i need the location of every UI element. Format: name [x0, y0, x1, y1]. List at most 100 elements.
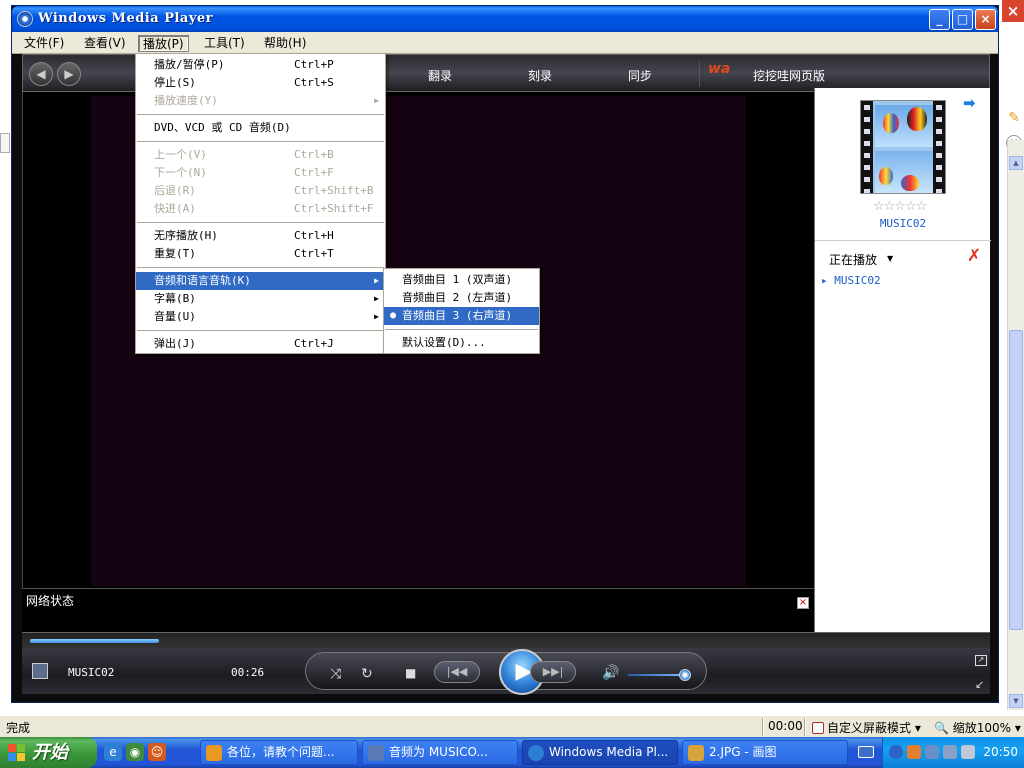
toolbar-separator — [699, 61, 700, 87]
menu-item-shuffle[interactable]: 无序播放(H) Ctrl+H — [136, 227, 385, 245]
network-icon[interactable] — [925, 745, 939, 759]
menu-item-dvd[interactable]: DVD、VCD 或 CD 音频(D) — [136, 119, 385, 137]
task-forum-post[interactable]: 各位，请教个问题... — [200, 740, 358, 765]
block-mode-indicator[interactable]: 自定义屏蔽模式 ▾ — [812, 719, 921, 736]
volume-tray-icon[interactable] — [961, 745, 975, 759]
menu-item-volume[interactable]: 音量(U) ▶ — [136, 308, 385, 326]
back-icon[interactable]: ◀ — [29, 62, 53, 86]
background-scrollbar[interactable]: ▲ ▼ — [1007, 140, 1024, 710]
network-status-panel: 网络状态 × — [22, 588, 814, 632]
elapsed-time: 00:26 — [231, 666, 265, 679]
media-type-icon — [32, 663, 48, 679]
menu-item-audio-tracks[interactable]: 音频和语言音轨(K) ▶ — [136, 272, 385, 290]
task-wmp[interactable]: Windows Media Pl... — [522, 740, 678, 765]
zoom-indicator[interactable]: 🔍 缩放100% ▾ — [934, 719, 1021, 736]
compact-mode-icon[interactable]: ↗ — [975, 655, 987, 666]
tab-online-store[interactable]: 挖挖哇网页版 — [753, 67, 825, 84]
close-button[interactable]: × — [975, 9, 996, 30]
menu-bar: 文件(F) 查看(V) 播放(P) 工具(T) 帮助(H) — [12, 32, 998, 54]
background-close-icon[interactable]: × — [1002, 0, 1024, 22]
menu-file[interactable]: 文件(F) — [20, 35, 68, 52]
status-bar: 完成 00:00 自定义屏蔽模式 ▾ 🔍 缩放100% ▾ — [0, 715, 1024, 737]
title-bar[interactable]: Windows Media Player _ □ × — [12, 6, 998, 32]
menu-item-fast-forward[interactable]: 快进(A) Ctrl+Shift+F — [136, 200, 385, 218]
menu-tools[interactable]: 工具(T) — [200, 35, 249, 52]
playlist-item-label: MUSIC02 — [834, 274, 881, 287]
shuffle-icon[interactable]: ⤨ — [330, 666, 341, 682]
clear-playlist-icon[interactable]: ✗ — [967, 246, 981, 266]
menu-view[interactable]: 查看(V) — [80, 35, 130, 52]
submenu-item-track-2[interactable]: 音频曲目 2 (左声道) — [384, 289, 539, 307]
submenu-item-track-3[interactable]: ● 音频曲目 3 (右声道) — [384, 307, 539, 325]
menu-item-eject[interactable]: 弹出(J) Ctrl+J — [136, 335, 385, 353]
chevron-right-icon: ▶ — [374, 312, 379, 321]
magnifier-icon: 🔍 — [934, 721, 949, 735]
task-paint[interactable]: 2.JPG - 画图 — [682, 740, 848, 765]
maximize-button[interactable]: □ — [952, 9, 973, 30]
submenu-item-track-1[interactable]: 音频曲目 1 (双声道) — [384, 271, 539, 289]
menu-item-stop[interactable]: 停止(S) Ctrl+S — [136, 74, 385, 92]
menu-item-play-speed[interactable]: 播放速度(Y) ▶ — [136, 92, 385, 110]
tab-burn[interactable]: 刻录 — [528, 67, 552, 84]
ie-icon[interactable]: e — [104, 743, 122, 761]
tab-sync[interactable]: 同步 — [628, 67, 652, 84]
chevron-down-icon[interactable]: ▼ — [887, 254, 893, 263]
menu-separator — [136, 218, 385, 227]
playlist-divider — [815, 240, 991, 241]
menu-item-next[interactable]: 下一个(N) Ctrl+F — [136, 164, 385, 182]
audio-tracks-submenu: 音频曲目 1 (双声道) 音频曲目 2 (左声道) ● 音频曲目 3 (右声道) … — [383, 268, 540, 354]
menu-item-subtitles[interactable]: 字幕(B) ▶ — [136, 290, 385, 308]
scroll-down-icon[interactable]: ▼ — [1009, 694, 1023, 708]
network-close-icon[interactable]: × — [797, 597, 809, 609]
volume-thumb[interactable] — [679, 669, 691, 681]
background-side-tab[interactable] — [0, 133, 10, 153]
block-icon — [812, 722, 824, 734]
menu-item-rewind[interactable]: 后退(R) Ctrl+Shift+B — [136, 182, 385, 200]
repeat-icon[interactable]: ↻ — [361, 666, 373, 682]
menu-item-play-pause[interactable]: 播放/暂停(P) Ctrl+P — [136, 56, 385, 74]
skin-mode-icon[interactable]: ↙ — [975, 678, 984, 691]
menu-item-repeat[interactable]: 重复(T) Ctrl+T — [136, 245, 385, 263]
album-art[interactable] — [860, 100, 946, 194]
task-audio-folder[interactable]: 音频为 MUSICO... — [362, 740, 518, 765]
current-song: MUSIC02 — [68, 666, 115, 679]
menu-help[interactable]: 帮助(H) — [260, 35, 310, 52]
arrow-right-icon[interactable]: ➡ — [963, 94, 976, 112]
window-title: Windows Media Player — [38, 11, 214, 26]
display-icon[interactable] — [943, 745, 957, 759]
media-icon[interactable]: ◉ — [126, 743, 144, 761]
minimize-button[interactable]: _ — [929, 9, 950, 30]
start-button[interactable]: 开始 — [0, 737, 97, 768]
keyboard-icon[interactable] — [858, 746, 874, 758]
stop-icon[interactable]: ■ — [405, 666, 416, 680]
playback-controls: MUSIC02 00:26 ⤨ ↻ ■ |◀◀ ▶ ▶▶| 🔊 ↗ ↙ — [22, 648, 990, 695]
scroll-thumb[interactable] — [1009, 330, 1023, 630]
tab-rip[interactable]: 翻录 — [428, 67, 452, 84]
previous-button[interactable]: |◀◀ — [434, 661, 480, 683]
play-menu-dropdown: 播放/暂停(P) Ctrl+P 停止(S) Ctrl+S 播放速度(Y) ▶ DVD、… — [135, 53, 386, 354]
submenu-item-default[interactable]: 默认设置(D)... — [384, 334, 539, 352]
tray-app-icon[interactable] — [907, 745, 921, 759]
now-playing-dropdown[interactable]: 正在播放 — [829, 251, 877, 268]
status-separator — [762, 718, 764, 736]
next-button[interactable]: ▶▶| — [530, 661, 576, 683]
pencil-icon: ✎ — [1008, 110, 1020, 126]
clock[interactable]: 20:50 — [983, 745, 1018, 759]
playlist-item[interactable]: ▸ MUSIC02 — [821, 274, 881, 287]
menu-item-previous[interactable]: 上一个(V) Ctrl+B — [136, 146, 385, 164]
tray-expand-icon[interactable] — [889, 745, 903, 759]
volume-icon[interactable]: 🔊 — [602, 665, 619, 681]
wmp-icon — [528, 745, 544, 761]
rating-stars[interactable]: ☆☆☆☆☆ — [873, 199, 927, 214]
seek-bar[interactable] — [22, 632, 990, 648]
playlist-song-title: MUSIC02 — [879, 217, 927, 230]
messenger-icon[interactable]: ☺ — [148, 743, 166, 761]
menu-play[interactable]: 播放(P) — [138, 35, 189, 52]
scroll-up-icon[interactable]: ▲ — [1009, 156, 1023, 170]
menu-separator — [136, 326, 385, 335]
forward-icon[interactable]: ▶ — [57, 62, 81, 86]
playlist-pane: ➡ ☆☆☆☆☆ MUSIC02 正在播放 ▼ ✗ ▸ MUSIC02 — [814, 88, 991, 632]
seek-progress — [30, 639, 159, 643]
status-text: 完成 — [6, 721, 31, 735]
paint-icon — [688, 745, 704, 761]
